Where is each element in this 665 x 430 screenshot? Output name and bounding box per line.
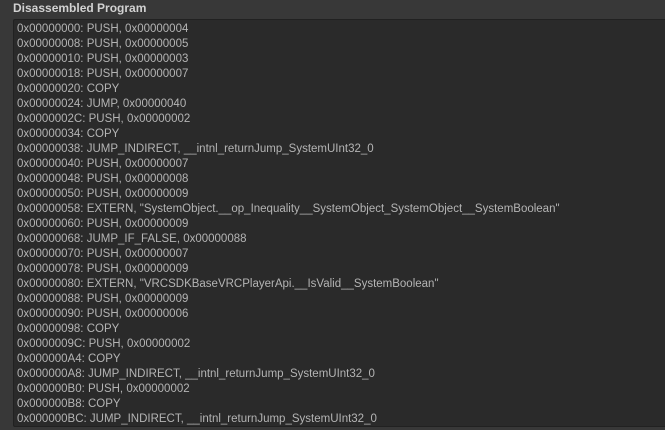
- disassembly-line: 0x00000088: PUSH, 0x00000009: [17, 293, 189, 305]
- disassembly-line: 0x00000000: PUSH, 0x00000004: [17, 23, 189, 35]
- disassembly-line: 0x000000A8: JUMP_INDIRECT, __intnl_retur…: [17, 368, 375, 380]
- disassembly-line: 0x00000070: PUSH, 0x00000007: [17, 248, 189, 260]
- disassembly-line: 0x00000034: COPY: [17, 128, 120, 140]
- disassembly-line: 0x0000009C: PUSH, 0x00000002: [17, 338, 191, 350]
- disassembly-line: 0x00000040: PUSH, 0x00000007: [17, 158, 189, 170]
- disassembly-line: 0x000000B0: PUSH, 0x00000002: [17, 383, 190, 395]
- disassembly-line: 0x00000020: COPY: [17, 83, 120, 95]
- disassembled-program-panel: Disassembled Program 0x00000000: PUSH, 0…: [0, 0, 665, 430]
- disassembly-line: 0x00000068: JUMP_IF_FALSE, 0x00000088: [17, 233, 247, 245]
- disassembly-line: 0x00000010: PUSH, 0x00000003: [17, 53, 189, 65]
- disassembly-line: 0x00000080: EXTERN, "VRCSDKBaseVRCPlayer…: [17, 278, 439, 290]
- panel-title: Disassembled Program: [13, 1, 147, 15]
- disassembly-line: 0x00000008: PUSH, 0x00000005: [17, 38, 189, 50]
- disassembly-line: 0x00000098: COPY: [17, 323, 120, 335]
- disassembly-line: 0x00000078: PUSH, 0x00000009: [17, 263, 189, 275]
- disassembly-line: 0x000000A4: COPY: [17, 353, 121, 365]
- disassembly-line: 0x00000038: JUMP_INDIRECT, __intnl_retur…: [17, 143, 374, 155]
- disassembly-line: 0x0000002C: PUSH, 0x00000002: [17, 113, 191, 125]
- disassembly-line: 0x00000058: EXTERN, "SystemObject.__op_I…: [17, 203, 560, 215]
- disassembly-line: 0x00000048: PUSH, 0x00000008: [17, 173, 189, 185]
- disassembly-line: 0x00000024: JUMP, 0x00000040: [17, 98, 187, 110]
- disassembly-line: 0x00000060: PUSH, 0x00000009: [17, 218, 189, 230]
- disassembly-line: 0x00000018: PUSH, 0x00000007: [17, 68, 189, 80]
- disassembly-line: 0x000000B8: COPY: [17, 398, 121, 410]
- disassembly-line: 0x000000BC: JUMP_INDIRECT, __intnl_retur…: [17, 413, 377, 425]
- disassembly-line: 0x00000090: PUSH, 0x00000006: [17, 308, 189, 320]
- disassembly-line: 0x00000050: PUSH, 0x00000009: [17, 188, 189, 200]
- disassembly-text-area[interactable]: 0x00000000: PUSH, 0x00000004 0x00000008:…: [13, 19, 665, 427]
